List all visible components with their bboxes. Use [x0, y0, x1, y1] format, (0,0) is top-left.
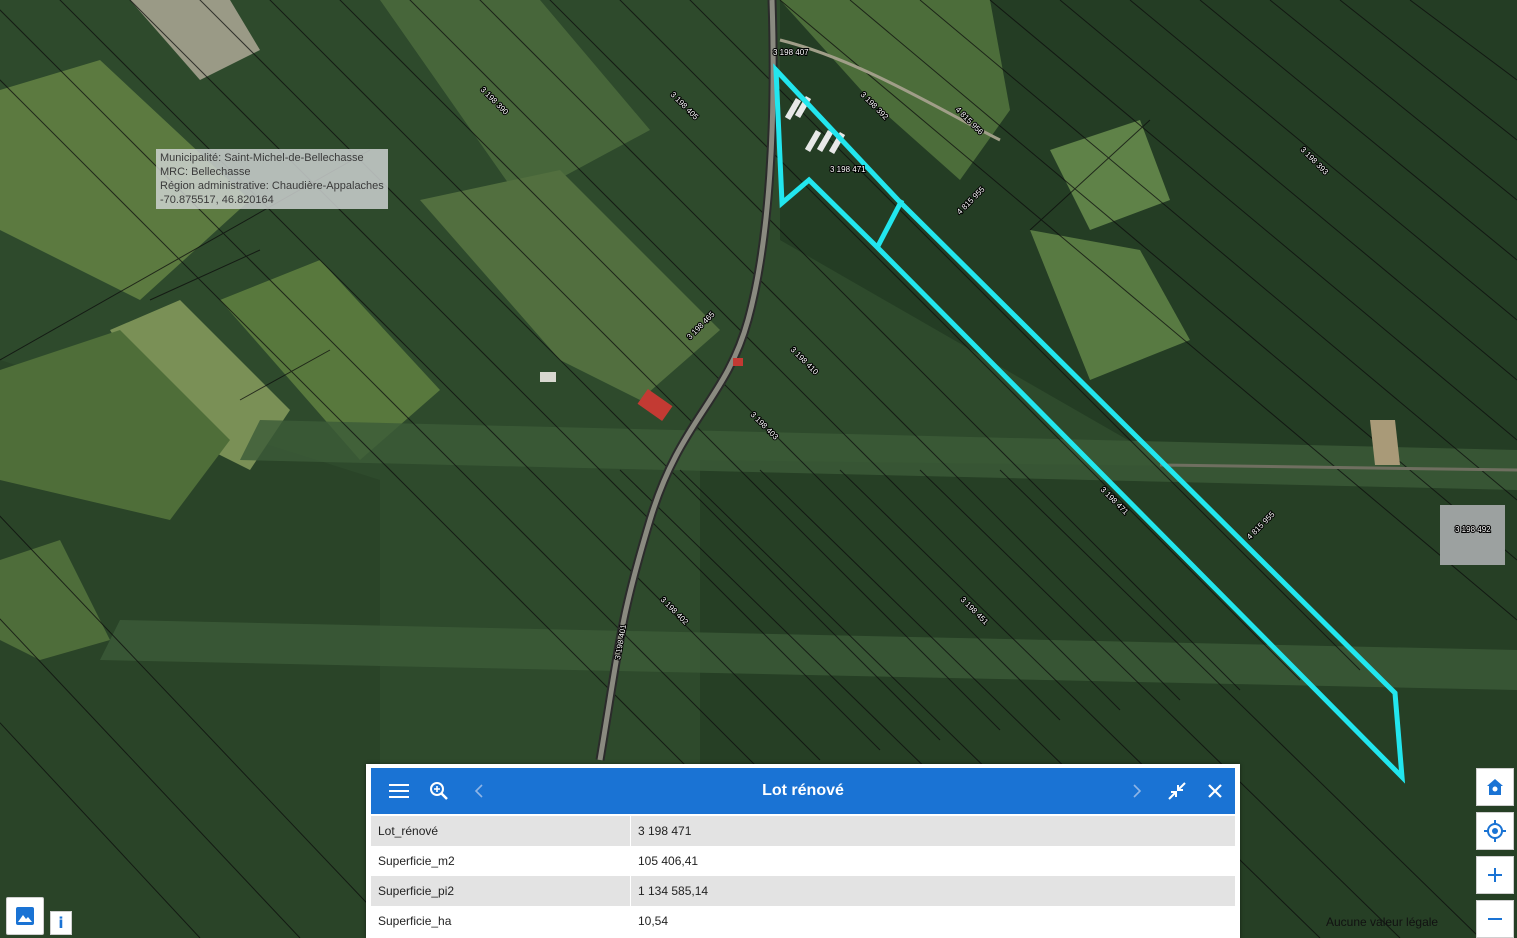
attribute-key: Lot_rénové	[371, 816, 631, 846]
municipality-text: Municipalité: Saint-Michel-de-Bellechass…	[160, 152, 364, 164]
minus-icon	[1488, 918, 1502, 920]
building	[733, 358, 743, 366]
attribute-value: 105 406,41	[630, 846, 1235, 876]
next-button[interactable]	[1119, 768, 1155, 814]
basemap-icon	[16, 907, 34, 925]
attribute-value: 10,54	[630, 906, 1235, 936]
zoom-in-button[interactable]	[1476, 856, 1514, 894]
parcel-label: 3 198 471	[830, 165, 866, 174]
table-row: Superficie_pi2 1 134 585,14	[371, 876, 1235, 906]
collapse-icon	[1168, 782, 1186, 800]
legal-notice: Aucune valeur légale	[1326, 915, 1439, 929]
locate-icon	[1484, 820, 1506, 842]
collapse-button[interactable]	[1159, 768, 1195, 814]
chevron-left-icon	[474, 784, 483, 798]
building	[540, 372, 556, 382]
zoom-to-button[interactable]	[421, 768, 457, 814]
substation	[1440, 505, 1505, 565]
close-button[interactable]	[1197, 768, 1233, 814]
close-icon	[1208, 784, 1222, 798]
parcel-label: 3 198 492	[1455, 525, 1491, 534]
menu-icon	[389, 784, 409, 798]
popup-header: Lot rénové	[371, 768, 1235, 814]
attribute-key: Superficie_m2	[371, 846, 631, 876]
table-row: Lot_rénové 3 198 471	[371, 816, 1235, 846]
clearing	[1370, 420, 1400, 465]
basemap-button[interactable]	[6, 897, 44, 935]
home-icon	[1487, 779, 1503, 795]
coordinates-text: -70.875517, 46.820164	[160, 194, 274, 206]
locate-button[interactable]	[1476, 812, 1514, 850]
attribute-key: Superficie_pi2	[371, 876, 631, 906]
zoom-to-icon	[430, 782, 448, 800]
location-info-box: Municipalité: Saint-Michel-de-Bellechass…	[156, 149, 388, 209]
zoom-out-button[interactable]	[1476, 900, 1514, 938]
table-row: Superficie_ha 10,54	[371, 906, 1235, 936]
feature-popup-panel: Lot rénové Lot_rénové 3 198 471 Superfic…	[366, 764, 1240, 938]
parcel-label: 3 198 407	[773, 48, 809, 57]
info-button[interactable]: i	[50, 911, 72, 935]
attribute-value: 3 198 471	[630, 816, 1235, 846]
menu-button[interactable]	[381, 768, 417, 814]
mrc-text: MRC: Bellechasse	[160, 166, 251, 178]
chevron-right-icon	[1133, 784, 1142, 798]
attribute-key: Superficie_ha	[371, 906, 631, 936]
plus-icon	[1488, 868, 1502, 882]
home-button[interactable]	[1476, 768, 1514, 806]
popup-title: Lot rénové	[762, 782, 844, 799]
attribute-table: Lot_rénové 3 198 471 Superficie_m2 105 4…	[371, 816, 1235, 936]
region-text: Région administrative: Chaudière-Appalac…	[160, 180, 384, 192]
attribute-value: 1 134 585,14	[630, 876, 1235, 906]
table-row: Superficie_m2 105 406,41	[371, 846, 1235, 876]
previous-button[interactable]	[461, 768, 497, 814]
info-icon: i	[58, 914, 64, 932]
